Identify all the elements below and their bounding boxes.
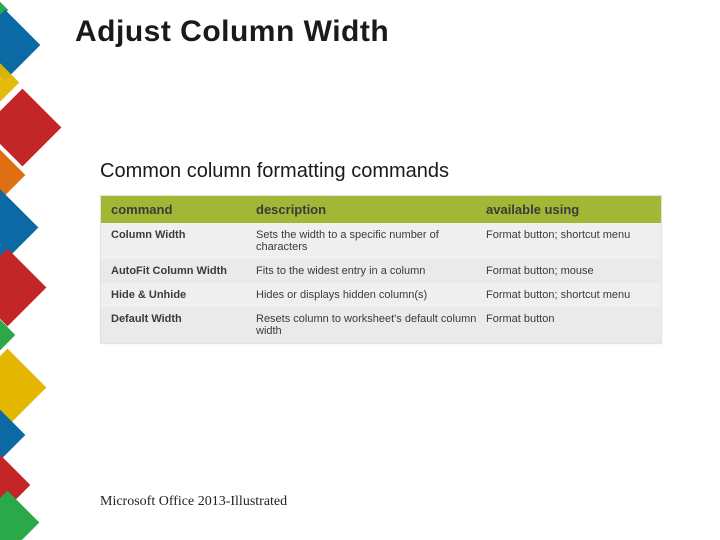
table-row: Default Width Resets column to worksheet…: [101, 307, 661, 343]
commands-table: command description available using Colu…: [100, 195, 662, 344]
table-row: AutoFit Column Width Fits to the widest …: [101, 259, 661, 283]
cell-available: Format button; shortcut menu: [486, 229, 651, 253]
table-row: Hide & Unhide Hides or displays hidden c…: [101, 283, 661, 307]
cell-command: Default Width: [111, 313, 256, 337]
footer-text: Microsoft Office 2013-Illustrated: [100, 494, 287, 510]
table-caption: Common column formatting commands: [100, 160, 449, 183]
cell-description: Resets column to worksheet's default col…: [256, 313, 486, 337]
header-command: command: [111, 202, 256, 217]
header-description: description: [256, 202, 486, 217]
cell-available: Format button; shortcut menu: [486, 289, 651, 301]
cell-available: Format button: [486, 313, 651, 337]
cell-available: Format button; mouse: [486, 265, 651, 277]
page-title: Adjust Column Width: [75, 15, 389, 49]
cell-command: Hide & Unhide: [111, 289, 256, 301]
cell-description: Fits to the widest entry in a column: [256, 265, 486, 277]
cell-description: Sets the width to a specific number of c…: [256, 229, 486, 253]
cell-command: Column Width: [111, 229, 256, 253]
cell-description: Hides or displays hidden column(s): [256, 289, 486, 301]
decorative-sidebar: [0, 0, 90, 540]
header-available: available using: [486, 202, 651, 217]
cell-command: AutoFit Column Width: [111, 265, 256, 277]
table-header-row: command description available using: [101, 196, 661, 223]
table-row: Column Width Sets the width to a specifi…: [101, 223, 661, 259]
